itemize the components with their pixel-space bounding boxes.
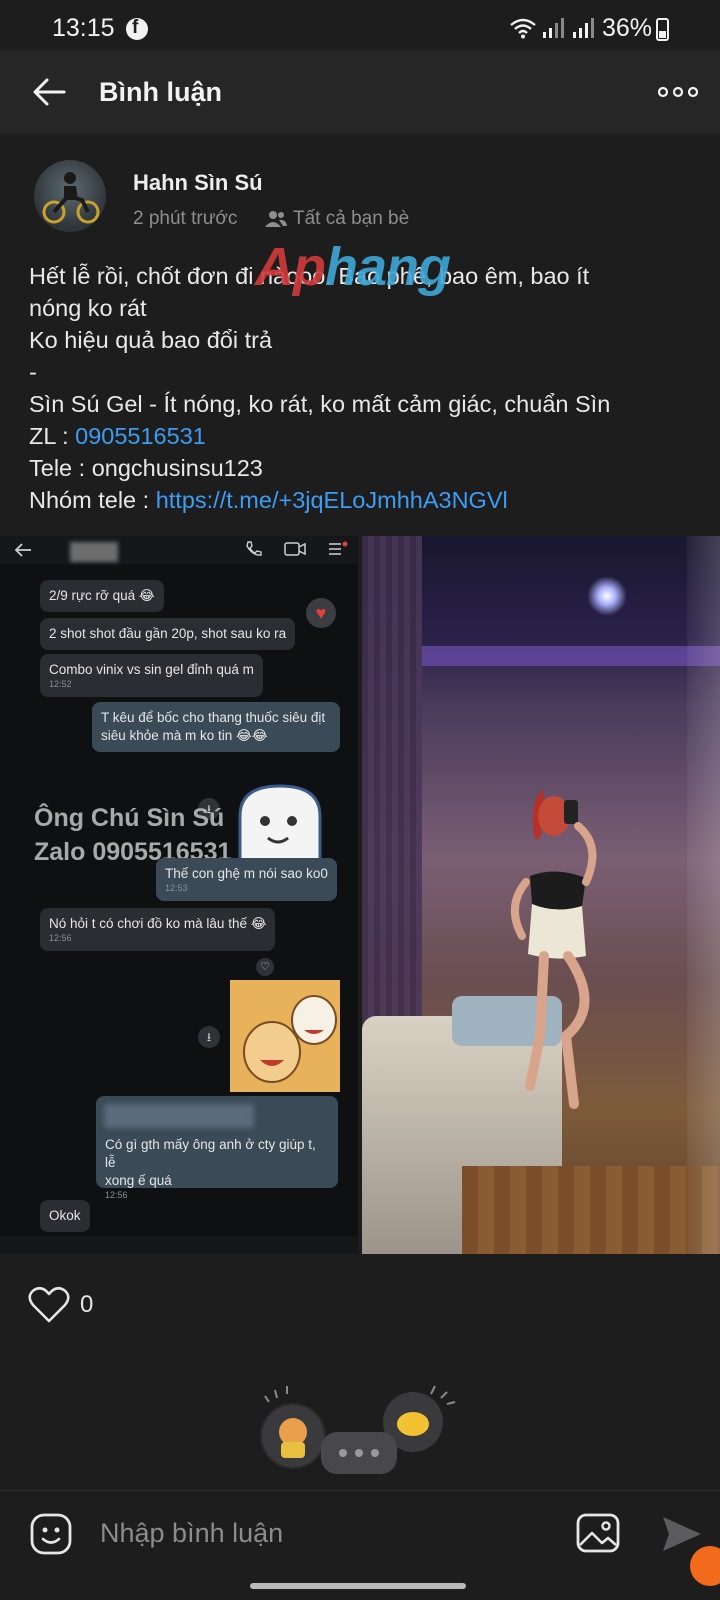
chat-time: 12:56: [105, 1190, 128, 1200]
post-line: Sìn Sú Gel - Ít nóng, ko rát, ko mất cảm…: [29, 391, 611, 417]
chat-time: 12:52: [49, 679, 72, 689]
heart-icon[interactable]: [28, 1286, 70, 1324]
chat-message-text: xong ế quá: [105, 1173, 172, 1188]
chat-message: Okok: [40, 1200, 90, 1232]
chat-message: T kêu để bốc cho thang thuốc siêu địt si…: [92, 702, 340, 752]
download-icon: ⭳: [198, 1026, 220, 1048]
post-timestamp: 2 phút trước: [133, 208, 238, 229]
chat-message-text: T kêu để bốc cho thang thuốc siêu địt: [101, 710, 326, 725]
wifi-icon: [510, 18, 536, 39]
brand-watermark: Aphang: [255, 237, 451, 297]
signal-icon: [543, 18, 564, 38]
post-body: Hết lễ rồi, chốt đơn đi nàooo. Bao phê, …: [29, 260, 699, 516]
chat-time: 12:53: [165, 883, 188, 893]
page-title: Bình luận: [99, 77, 222, 107]
facebook-notification-icon: f: [126, 17, 148, 40]
post-line: Ko hiệu quả bao đổi trả: [29, 327, 273, 353]
chat-message: 2 shot shot đầu gần 20p, shot sau ko ra: [40, 618, 296, 650]
post-line: -: [29, 359, 37, 385]
back-arrow-icon[interactable]: [32, 74, 68, 110]
post-photo-selfie[interactable]: [362, 536, 720, 1254]
status-time: 13:15: [52, 14, 115, 42]
comment-input[interactable]: [100, 1511, 530, 1555]
comment-composer: [0, 1490, 720, 1600]
chat-message-text: Có gì gth mấy ông anh ở cty giúp t, lễ: [105, 1137, 316, 1170]
more-options-icon[interactable]: [658, 86, 698, 98]
home-indicator[interactable]: [250, 1583, 466, 1589]
battery-percentage: 36%: [602, 14, 653, 42]
post-photo-chat-screenshot[interactable]: 2/9 rực rỡ quá 😂 ♥ 2 shot shot đầu gần 2…: [0, 536, 358, 1254]
chat-message: Thế con ghệ m nói sao ko0 12:53: [156, 858, 337, 901]
app-header: Bình luận: [0, 50, 720, 134]
zalo-label: ZL :: [29, 423, 76, 449]
chat-message: 2/9 rực rỡ quá 😂: [40, 580, 164, 612]
telegram-link[interactable]: https://t.me/+3jqELoJmhhA3NGVl: [156, 487, 508, 513]
send-icon[interactable]: [661, 1515, 703, 1553]
chat-topbar: [0, 536, 358, 564]
telegram-group-label: Nhóm tele :: [29, 487, 156, 513]
empty-comments-illustration: [260, 1385, 456, 1474]
person-figure: [511, 790, 597, 1109]
friends-icon: [265, 211, 287, 227]
chat-message-text: Thế con ghệ m nói sao ko0: [165, 866, 328, 881]
chat-message: Combo vinix vs sin gel đỉnh quá m 12:52: [40, 654, 263, 697]
post-audience: Tất cả bạn bè: [293, 208, 410, 229]
image-attach-icon[interactable]: [576, 1513, 620, 1553]
status-bar: 13:15 f 36%: [0, 0, 720, 50]
author-name[interactable]: Hahn Sìn Sú: [133, 170, 263, 196]
reaction-icon: ♡: [256, 958, 274, 976]
chat-time: 12:56: [49, 933, 72, 943]
phone-link[interactable]: 0905516531: [75, 423, 206, 449]
post-line: ZL : 0905516531: [29, 420, 699, 452]
post-line: Nhóm tele : https://t.me/+3jqELoJmhhA3NG…: [29, 484, 699, 516]
wood-floor: [462, 1166, 720, 1254]
like-count: 0: [80, 1291, 94, 1318]
signal-icon: [573, 18, 594, 38]
watermark-text: Ông Chú Sìn Sú: [34, 804, 225, 832]
chat-message-text: siêu khỏe mà m ko tin 😂😂: [101, 728, 268, 743]
emoji-sticker-icon[interactable]: [30, 1513, 72, 1555]
heart-reaction-icon: ♥: [306, 598, 336, 628]
chat-message-text: Combo vinix vs sin gel đỉnh quá m: [49, 662, 254, 677]
author-avatar[interactable]: [34, 160, 106, 232]
chat-input-strip: [0, 1236, 358, 1254]
chat-message: Nó hỏi t có chơi đồ ko mà lâu thế 😂 12:5…: [40, 908, 276, 951]
battery-icon: [656, 18, 669, 41]
chat-message: Có gì gth mấy ông anh ở cty giúp t, lễ x…: [96, 1096, 338, 1200]
sticker-icon: [230, 980, 340, 1092]
post-line: Tele : ongchusinsu123: [29, 455, 263, 481]
chat-message-text: Nó hỏi t có chơi đồ ko mà lâu thế 😂: [49, 916, 267, 931]
ceiling-light: [587, 576, 627, 616]
